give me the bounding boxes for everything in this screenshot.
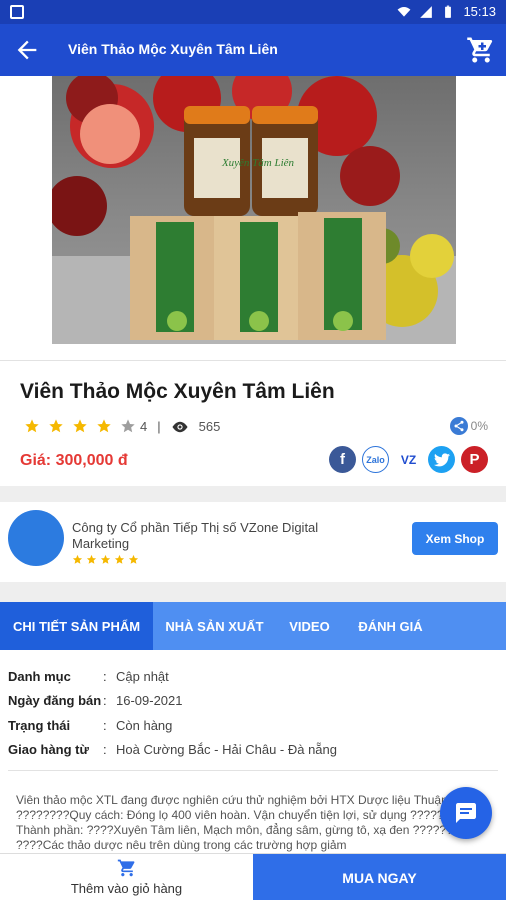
status-time: 15:13 [463,4,496,19]
spec-row: Giao hàng từ : Hoà Cường Bắc - Hải Châu … [8,742,337,758]
star-icon [100,554,111,564]
vz-icon[interactable]: VZ [395,446,422,473]
star-empty-icon [121,419,135,433]
spec-row: Trạng thái : Còn hàng [8,717,173,733]
view-shop-button[interactable]: Xem Shop [412,522,498,555]
section-gap [0,582,506,602]
eye-icon [172,421,188,432]
shop-card: Công ty Cổ phần Tiếp Thị số VZone Digita… [0,502,506,582]
share-percent-value: 0% [470,419,488,433]
star-icon [25,419,39,433]
add-cart-icon [117,859,135,877]
cart-icon[interactable] [466,35,496,65]
detail-tabs: CHI TIẾT SẢN PHẨM NHÀ SẢN XUẤT VIDEO ĐÁN… [0,602,506,650]
spec-key: Ngày đăng bán [8,693,102,709]
rating-stars [24,418,136,434]
wifi-icon [398,6,411,17]
back-arrow-icon[interactable] [12,36,42,64]
spec-key: Danh mục [8,668,71,684]
shop-avatar[interactable] [8,510,64,566]
rating-meta: 4 | 565 [140,419,220,434]
shop-rating [72,554,139,565]
section-gap [0,486,506,502]
star-icon [86,554,97,564]
spec-value: Cập nhật [116,668,169,684]
star-icon [72,554,83,564]
add-to-cart-label: Thêm vào giỏ hàng [70,881,183,896]
star-icon [128,554,139,564]
shop-name[interactable]: Công ty Cổ phần Tiếp Thị số VZone Digita… [72,520,342,552]
jar-label-text: Xuyên Tâm Liên [221,157,295,169]
add-to-cart-button[interactable]: Thêm vào giỏ hàng [0,854,253,900]
tab-video[interactable]: VIDEO [276,602,343,650]
pinterest-icon[interactable]: P [461,446,488,473]
star-icon [49,419,63,433]
notification-icon [10,5,24,19]
divider [0,360,506,361]
spec-key: Giao hàng từ [8,742,89,758]
product-gallery[interactable]: Xuyên Tâm Liên [0,76,506,360]
star-icon [97,419,111,433]
page-title: Viên Thảo Mộc Xuyên Tâm Liên [68,41,278,57]
product-price: Giá: 300,000 đ [20,452,128,469]
signal-icon [420,5,433,18]
share-percent[interactable]: 0% [449,417,488,435]
spec-row: Danh mục : Cập nhật [8,668,169,684]
divider [8,770,498,771]
view-count: 565 [198,419,221,434]
buy-now-button[interactable]: MUA NGAY [253,854,506,900]
star-icon [114,554,125,564]
spec-value: Còn hàng [116,717,173,733]
star-icon [73,419,87,433]
separator: | [157,419,161,434]
chat-icon [456,803,476,823]
product-name: Viên Thảo Mộc Xuyên Tâm Liên [20,380,335,403]
spec-key: Trạng thái [8,717,71,733]
spec-value: Hoà Cường Bắc - Hải Châu - Đà nẵng [116,742,337,758]
app-bar: Viên Thảo Mộc Xuyên Tâm Liên [0,24,506,76]
spec-list: Danh mục : Cập nhật Ngày đăng bán : 16-0… [8,664,498,762]
zalo-icon[interactable]: Zalo [362,446,389,473]
tab-manufacturer[interactable]: NHÀ SẢN XUẤT [153,602,276,650]
social-share-bar: f Zalo VZ P [329,446,488,473]
rating-value: 4 [140,419,148,434]
status-bar: 15:13 [0,0,506,24]
tab-reviews[interactable]: ĐÁNH GIÁ [343,602,438,650]
product-photo[interactable]: Xuyên Tâm Liên [52,76,456,344]
facebook-icon[interactable]: f [329,446,356,473]
share-icon [449,417,468,435]
battery-icon [445,5,452,18]
spec-value: 16-09-2021 [116,693,183,709]
tab-product-details[interactable]: CHI TIẾT SẢN PHẨM [0,602,153,650]
spec-row: Ngày đăng bán : 16-09-2021 [8,693,183,709]
twitter-icon[interactable] [428,446,455,473]
chat-button[interactable] [440,787,492,839]
bottom-action-bar: Thêm vào giỏ hàng MUA NGAY [0,853,506,900]
product-description: Viên thảo mộc XTL đang được nghiên cứu t… [16,793,467,852]
